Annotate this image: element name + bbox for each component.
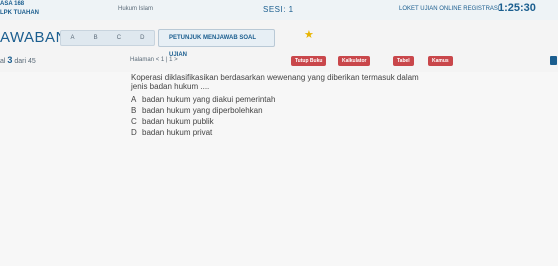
calculator-button[interactable]: Kalkulator: [338, 56, 371, 66]
choice-list: A badan hukum yang diakui pemerintah B b…: [131, 94, 275, 138]
countdown-timer: 1:25:30: [498, 2, 536, 14]
brand-line-2: LPK TUAHAN: [0, 10, 39, 16]
answer-option-a[interactable]: A: [71, 35, 75, 41]
choice-text: badan hukum yang diperbolehkan: [142, 106, 263, 115]
choice-text: badan hukum yang diakui pemerintah: [142, 95, 276, 104]
choice-c[interactable]: C badan hukum publik: [131, 116, 275, 127]
question-header: al 3 dari 45 Halaman < 1 | 1 > Tutup Buk…: [0, 55, 558, 71]
answer-title: AWABAN: [0, 29, 67, 46]
choice-key: B: [131, 106, 137, 115]
question-prefix: al: [0, 58, 6, 65]
question-counter: al 3 dari 45: [0, 55, 36, 65]
answer-option-d[interactable]: D: [140, 35, 144, 41]
answer-options: A B C D: [60, 30, 155, 46]
choice-text: badan hukum publik: [142, 117, 214, 126]
choice-b[interactable]: B badan hukum yang diperbolehkan: [131, 105, 275, 116]
choice-key: A: [131, 95, 137, 104]
page-nav-controls[interactable]: < 1 | 1 >: [156, 57, 178, 63]
instructions-button[interactable]: PETUNJUK MENJAWAB SOAL UJIAN: [158, 29, 275, 58]
brand-block: ASA 168 LPK TUAHAN: [0, 0, 39, 18]
choice-text: badan hukum privat: [142, 128, 213, 137]
close-book-button[interactable]: Tutup Buku: [291, 56, 327, 66]
session-label: SESI: 1: [263, 5, 294, 14]
answer-option-b[interactable]: B: [94, 35, 98, 41]
page-label: Halaman: [130, 57, 155, 63]
star-icon[interactable]: ★: [304, 28, 314, 41]
question-total: dari 45: [14, 58, 36, 65]
choice-key: C: [131, 117, 137, 126]
dictionary-button[interactable]: Kamus: [428, 56, 453, 66]
bookmark-icon[interactable]: [550, 56, 557, 65]
answer-option-c[interactable]: C: [117, 35, 121, 41]
question-body: [0, 72, 558, 266]
question-number: 3: [7, 55, 13, 65]
choice-a[interactable]: A badan hukum yang diakui pemerintah: [131, 94, 275, 105]
top-bar: ASA 168 LPK TUAHAN Hukum Islam SESI: 1 L…: [0, 0, 558, 20]
subject-label: Hukum Islam: [118, 6, 154, 12]
table-button[interactable]: Tabel: [393, 56, 414, 66]
brand-line-1: ASA 168: [0, 1, 25, 7]
exam-title: LOKET UJIAN ONLINE REGISTRASI: [399, 6, 500, 12]
page-nav: Halaman < 1 | 1 >: [130, 57, 178, 63]
choice-d[interactable]: D badan hukum privat: [131, 127, 275, 138]
answer-bar: AWABAN A B C D PETUNJUK MENJAWAB SOAL UJ…: [0, 24, 558, 58]
question-text: Koperasi diklasifikasikan berdasarkan we…: [131, 73, 419, 91]
choice-key: D: [131, 128, 137, 137]
